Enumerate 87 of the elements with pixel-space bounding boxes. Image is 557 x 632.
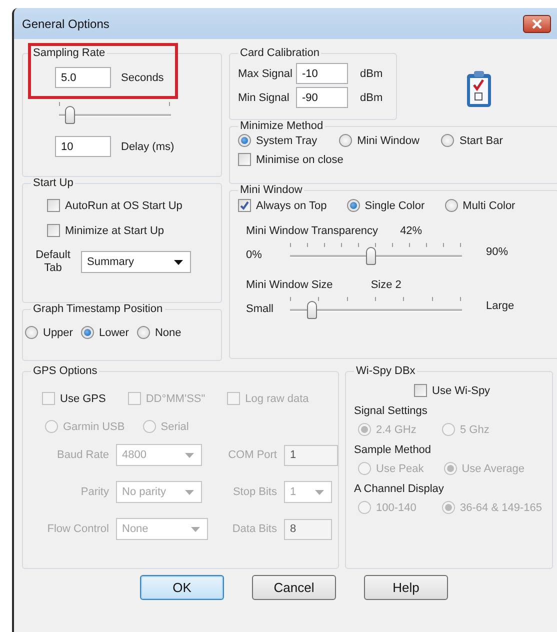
radio-button[interactable] xyxy=(441,134,454,147)
radio-label: 5 Ghz xyxy=(460,424,490,436)
slider-max-label: 90% xyxy=(486,246,508,258)
group-title: GPS Options xyxy=(32,365,98,378)
radio-button[interactable] xyxy=(346,199,360,212)
slider-thumb[interactable] xyxy=(65,106,76,124)
radio-label: None xyxy=(154,326,182,338)
unit-label: dBm xyxy=(360,68,383,80)
group-title: Start Up xyxy=(32,177,74,190)
section-label: Sample Method xyxy=(354,444,432,456)
radio-label: Garmin USB xyxy=(63,420,125,432)
caret-icon xyxy=(185,453,194,458)
checkbox-label: Use Wi-Spy xyxy=(432,384,490,396)
slider-label: Mini Window Transparency xyxy=(246,225,378,237)
field-label: Max Signal xyxy=(238,68,294,80)
radio-label: Serial xyxy=(160,420,189,432)
radio-button[interactable] xyxy=(339,134,352,147)
checkbox[interactable] xyxy=(238,153,251,166)
close-button[interactable] xyxy=(523,14,551,32)
group-title: Graph Timestamp Position xyxy=(32,303,164,316)
caret-icon xyxy=(185,490,194,495)
checkbox-label: Minimize at Start Up xyxy=(65,224,164,236)
group-title: Mini Window xyxy=(239,184,304,197)
slider-thumb[interactable] xyxy=(366,247,376,265)
radio-label: Multi Color xyxy=(462,200,516,212)
radio-label: Single Color xyxy=(364,200,425,212)
radio-label: 2.4 GHz xyxy=(376,424,416,436)
radio-label: Use Peak xyxy=(376,462,424,474)
radio-button[interactable] xyxy=(136,326,150,339)
radio-label: 100-140 xyxy=(376,502,416,514)
field-label: Delay (ms) xyxy=(121,140,174,152)
radio-button[interactable] xyxy=(25,326,38,339)
radio-button[interactable] xyxy=(80,326,94,339)
input-field[interactable]: 5.0 xyxy=(55,67,111,88)
radio-label: Start Bar xyxy=(459,134,503,146)
field-label: COM Port xyxy=(227,449,277,461)
slider-label: Mini Window Size xyxy=(246,279,333,291)
slider-min-label: Small xyxy=(246,303,275,315)
caret-icon xyxy=(174,260,183,265)
checkbox[interactable] xyxy=(238,199,251,212)
dialog-button[interactable]: Help xyxy=(364,575,448,600)
field-label: Flow Control xyxy=(46,523,109,535)
section-label: A Channel Display xyxy=(354,483,445,495)
input-field[interactable]: -90 xyxy=(296,87,348,108)
section-label: Signal Settings xyxy=(354,405,428,417)
radio-label: System Tray xyxy=(256,134,318,146)
field-label: Default Tab xyxy=(34,249,72,275)
group-title: Wi-Spy DBx xyxy=(355,365,416,378)
radio-button[interactable] xyxy=(238,134,251,147)
checkbox[interactable] xyxy=(47,199,60,212)
radio-label: Mini Window xyxy=(357,134,420,146)
input-field[interactable]: -10 xyxy=(296,63,348,84)
field-label: Baud Rate xyxy=(56,449,109,461)
checkbox-label: AutoRun at OS Start Up xyxy=(65,200,182,212)
slider-max-label: Large xyxy=(486,300,514,312)
close-icon xyxy=(531,18,543,28)
unit-label: Seconds xyxy=(121,72,164,84)
group-title: Card Calibration xyxy=(239,47,320,60)
checkbox-label: Always on Top xyxy=(256,200,327,212)
checkbox-label: Minimise on close xyxy=(256,154,344,166)
group-title: Sampling Rate xyxy=(32,47,106,60)
slider-min-label: 0% xyxy=(246,249,263,261)
radio-label: Use Average xyxy=(462,462,524,474)
caret-icon xyxy=(315,490,324,495)
checkbox-label: DD°MM'SS" xyxy=(146,392,206,404)
dialog-button[interactable]: OK xyxy=(140,575,224,600)
field-label: Min Signal xyxy=(238,92,290,104)
checkbox-label: Log raw data xyxy=(245,392,309,404)
field-label: Stop Bits xyxy=(232,486,277,498)
radio-label: Lower xyxy=(98,326,129,338)
window-title: General Options xyxy=(21,16,110,30)
caret-icon xyxy=(191,527,200,532)
input-field[interactable]: 10 xyxy=(55,136,111,157)
slider-thumb[interactable] xyxy=(307,301,318,319)
checkbox-label: Use GPS xyxy=(60,392,106,404)
checkbox[interactable] xyxy=(47,224,60,237)
field-label: Data Bits xyxy=(231,523,277,535)
radio-label: Upper xyxy=(43,326,73,338)
group-title: Minimize Method xyxy=(239,120,324,133)
radio-label: 36-64 & 149-165 xyxy=(460,502,542,514)
field-label: Parity xyxy=(80,486,109,498)
dialog-button[interactable]: Cancel xyxy=(252,575,336,600)
radio-button[interactable] xyxy=(444,199,458,212)
slider-value: Size 2 xyxy=(370,279,402,291)
slider-value: 42% xyxy=(400,225,422,237)
dropdown[interactable]: Summary xyxy=(81,251,191,273)
unit-label: dBm xyxy=(360,92,383,104)
